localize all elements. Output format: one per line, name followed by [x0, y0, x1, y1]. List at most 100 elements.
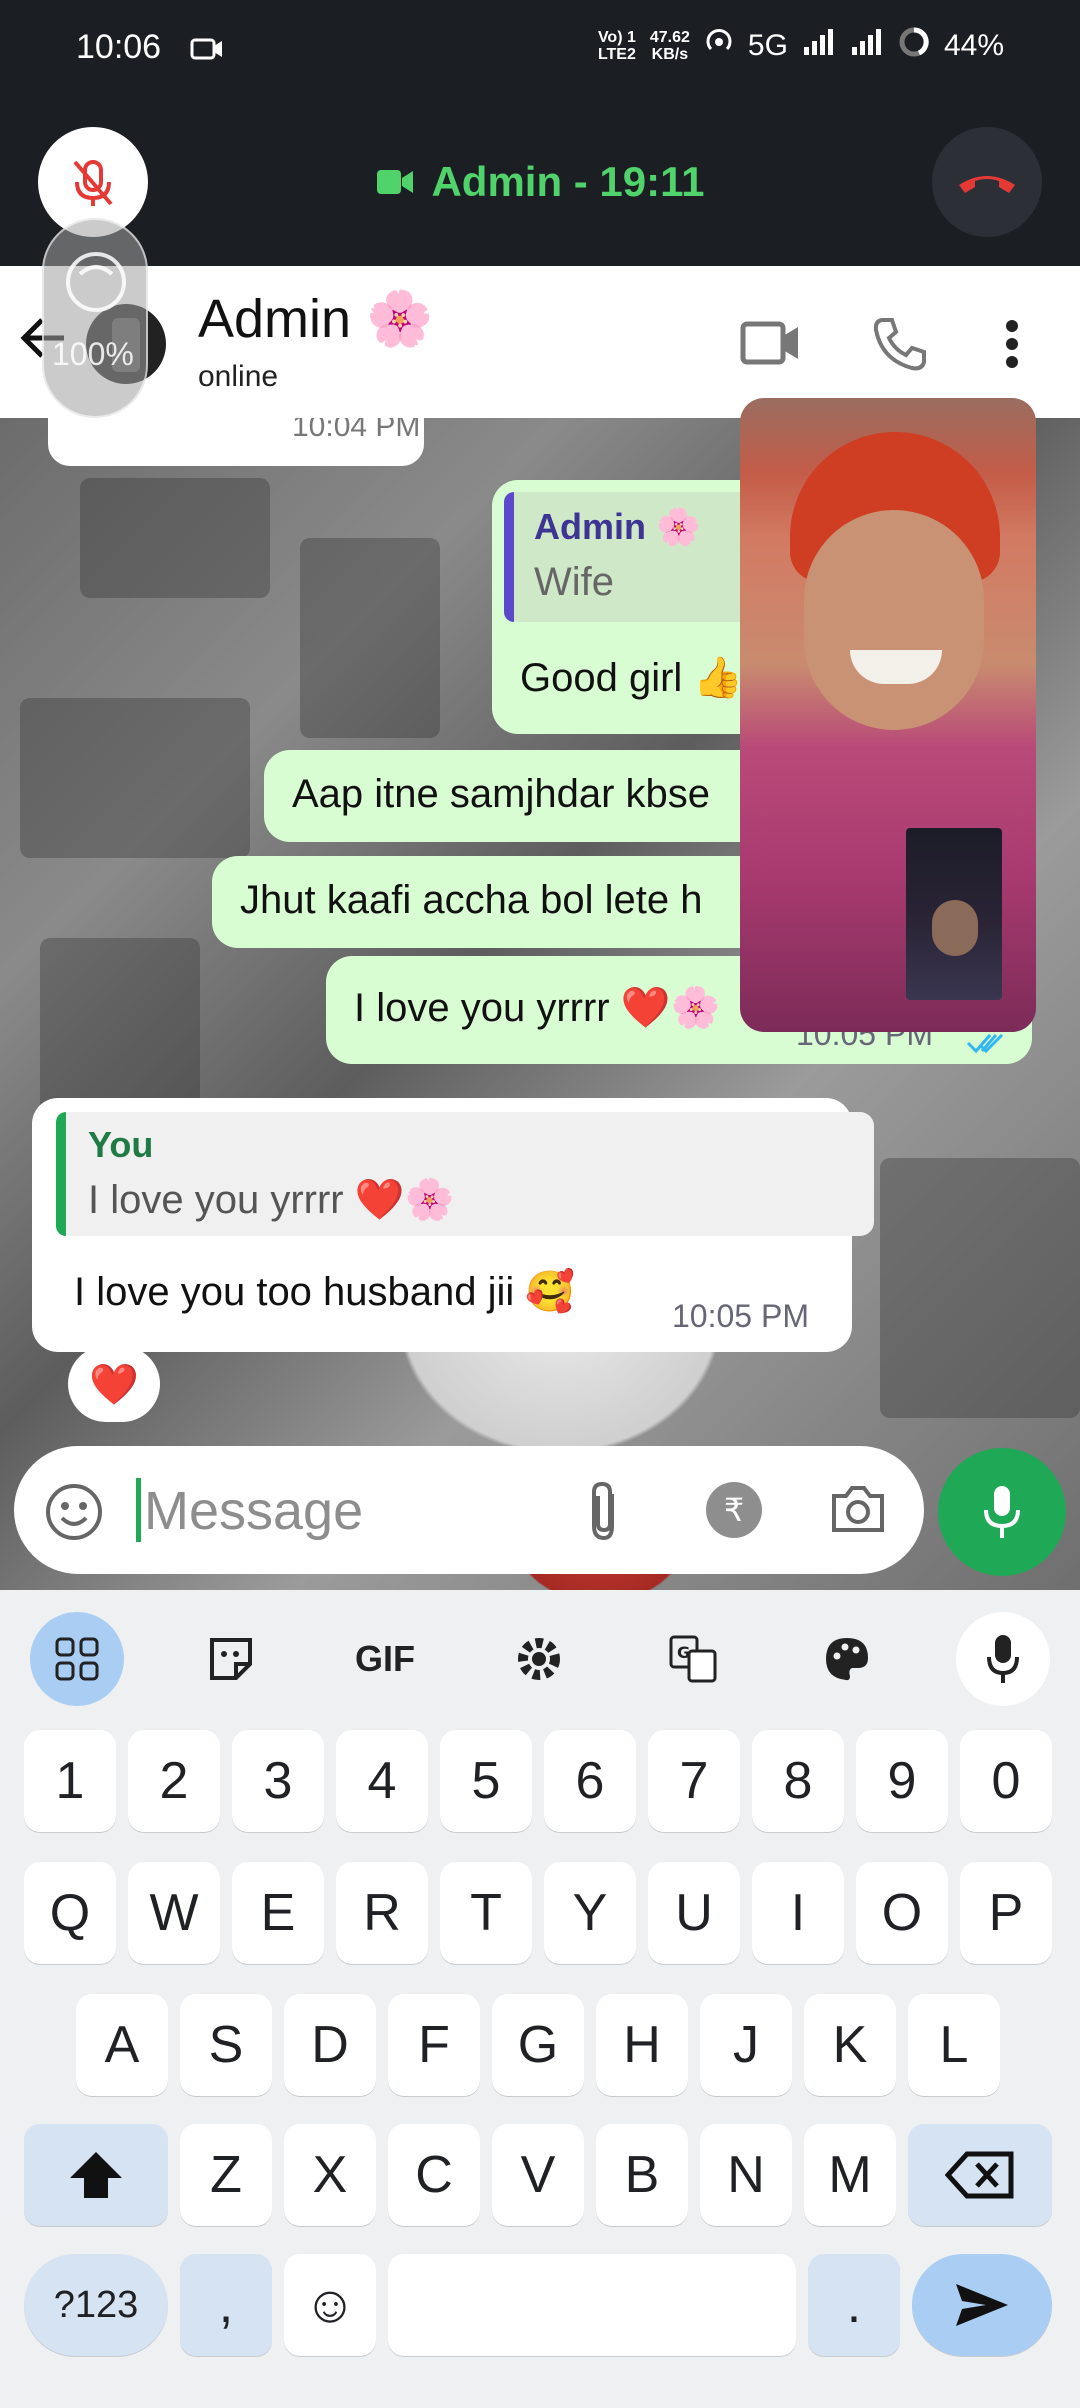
quote-text: Wife [534, 560, 614, 604]
key-3[interactable]: 3 [232, 1730, 324, 1832]
call-title[interactable]: Admin - 19:11 [0, 158, 1080, 206]
voice-message-button[interactable] [938, 1448, 1066, 1576]
key-i[interactable]: I [752, 1862, 844, 1964]
previous-message-bubble[interactable]: 10:04 PM [48, 418, 424, 466]
emoji-icon[interactable] [44, 1482, 104, 1547]
key-y[interactable]: Y [544, 1862, 636, 1964]
key-t[interactable]: T [440, 1862, 532, 1964]
attach-icon[interactable] [584, 1480, 624, 1547]
video-camera-icon [740, 321, 798, 365]
key-6[interactable]: 6 [544, 1730, 636, 1832]
video-call-pip[interactable] [740, 398, 1036, 1032]
reaction-badge[interactable]: ❤️ [68, 1346, 160, 1422]
key-h[interactable]: H [596, 1994, 688, 2096]
gif-button[interactable]: GIF [338, 1612, 432, 1706]
svg-text:G: G [677, 1643, 690, 1662]
contact-status: online [198, 360, 279, 393]
key-9[interactable]: 9 [856, 1730, 948, 1832]
wallpaper-block [880, 1158, 1080, 1418]
key-l[interactable]: L [908, 1994, 1000, 2096]
emoji-key[interactable]: ☺ [284, 2254, 376, 2356]
text-cursor [136, 1478, 141, 1542]
apps-grid-icon[interactable] [30, 1612, 124, 1706]
phone-icon [873, 318, 926, 371]
key-b[interactable]: B [596, 2124, 688, 2226]
period-key[interactable]: . [808, 2254, 900, 2356]
network-speed: 47.62 KB/s [649, 29, 690, 63]
key-1[interactable]: 1 [24, 1730, 116, 1832]
key-q[interactable]: Q [24, 1862, 116, 1964]
palette-icon[interactable] [800, 1612, 894, 1706]
key-2[interactable]: 2 [128, 1730, 220, 1832]
key-w[interactable]: W [128, 1862, 220, 1964]
key-r[interactable]: R [336, 1862, 428, 1964]
quote-author: Admin 🌸 [534, 506, 701, 547]
key-o[interactable]: O [856, 1862, 948, 1964]
voice-call-button[interactable] [872, 316, 928, 377]
key-a[interactable]: A [76, 1994, 168, 2096]
screen-record-icon [190, 36, 224, 67]
key-c[interactable]: C [388, 2124, 480, 2226]
more-options-icon[interactable] [1004, 318, 1020, 375]
send-arrow-icon [956, 2284, 1008, 2326]
key-k[interactable]: K [804, 1994, 896, 2096]
space-key[interactable] [388, 2254, 796, 2356]
symbols-key[interactable]: ?123 [24, 2254, 168, 2356]
ongoing-call-bar[interactable]: Admin - 19:11 [0, 100, 1080, 266]
key-g[interactable]: G [492, 1994, 584, 2096]
send-key[interactable] [912, 2254, 1052, 2356]
key-7[interactable]: 7 [648, 1730, 740, 1832]
message-text: Good girl 👍 [520, 656, 744, 700]
key-j[interactable]: J [700, 1994, 792, 2096]
end-call-icon [959, 176, 1015, 193]
key-n[interactable]: N [700, 2124, 792, 2226]
key-8[interactable]: 8 [752, 1730, 844, 1832]
key-0[interactable]: 0 [960, 1730, 1052, 1832]
settings-gear-icon[interactable] [492, 1612, 586, 1706]
hotspot-icon [704, 27, 734, 65]
message-input[interactable]: Message [144, 1480, 363, 1542]
beauty-filter-control[interactable] [42, 218, 148, 418]
key-m[interactable]: M [804, 2124, 896, 2226]
network-type: 5G [747, 29, 788, 62]
contact-name[interactable]: Admin 🌸 [198, 288, 433, 351]
key-d[interactable]: D [284, 1994, 376, 2096]
incoming-message[interactable]: You I love you yrrrr ❤️🌸 I love you too … [32, 1098, 874, 1352]
key-4[interactable]: 4 [336, 1730, 428, 1832]
key-x[interactable]: X [284, 2124, 376, 2226]
quote-text: I love you yrrrr ❤️🌸 [88, 1178, 455, 1222]
shift-key[interactable] [24, 2124, 168, 2226]
key-f[interactable]: F [388, 1994, 480, 2096]
key-s[interactable]: S [180, 1994, 272, 2096]
keyboard[interactable]: GIF G 1 2 3 4 5 6 7 8 9 0 Q W E R T Y U … [0, 1590, 1080, 2408]
backspace-key[interactable] [908, 2124, 1052, 2226]
video-call-icon [377, 170, 414, 194]
payment-rupee-icon[interactable]: ₹ [706, 1482, 762, 1538]
self-video-face [932, 900, 978, 956]
battery-level: 44% [943, 29, 1004, 62]
sticker-icon[interactable] [184, 1612, 278, 1706]
translate-icon[interactable]: G [646, 1612, 740, 1706]
comma-key[interactable]: , [180, 2254, 272, 2356]
wallpaper-block [300, 538, 440, 738]
voice-typing-icon[interactable] [956, 1612, 1050, 1706]
key-5[interactable]: 5 [440, 1730, 532, 1832]
wallpaper-block [40, 938, 200, 1118]
key-e[interactable]: E [232, 1862, 324, 1964]
video-call-button[interactable] [740, 320, 802, 371]
message-composer[interactable]: Message ₹ [14, 1446, 924, 1574]
key-p[interactable]: P [960, 1862, 1052, 1964]
self-video-preview[interactable] [906, 828, 1002, 1000]
signal-icon-1 [802, 27, 836, 65]
microphone-icon [984, 1486, 1020, 1538]
end-call-button[interactable] [932, 127, 1042, 237]
message-text: I love you yrrrr ❤️🌸 [354, 986, 721, 1030]
quoted-message[interactable]: You I love you yrrrr ❤️🌸 [56, 1112, 874, 1236]
key-z[interactable]: Z [180, 2124, 272, 2226]
camera-icon[interactable] [828, 1482, 888, 1541]
key-v[interactable]: V [492, 2124, 584, 2226]
remote-video-face [804, 510, 984, 730]
chat-header: Admin 🌸 online [0, 266, 1080, 418]
key-u[interactable]: U [648, 1862, 740, 1964]
message-text: Jhut kaafi accha bol lete h [240, 878, 703, 922]
